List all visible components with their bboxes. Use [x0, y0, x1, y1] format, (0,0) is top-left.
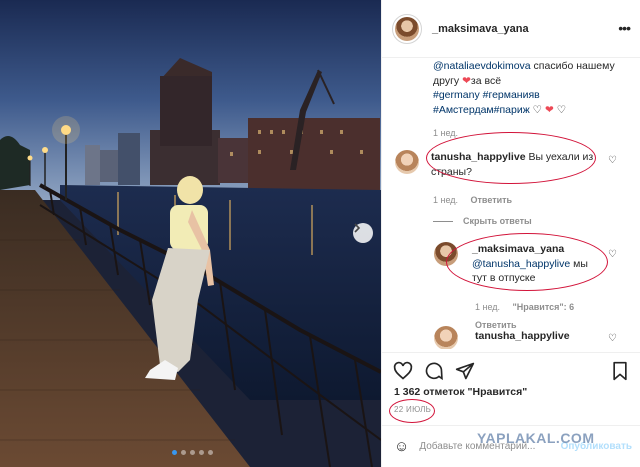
hide-replies-label: Скрыть ответы — [463, 216, 532, 226]
carousel-next-button[interactable] — [353, 223, 373, 243]
hashtag-link[interactable]: #германия — [483, 89, 535, 101]
reply-body: _maksimava_yana @tanusha_happylive мы ту… — [472, 242, 602, 286]
author-username[interactable]: _maksimava_yana — [432, 23, 529, 35]
red-heart-emoji-icon: ❤ — [462, 74, 471, 87]
comment-input[interactable] — [419, 441, 570, 452]
white-heart-emoji-icon: ♡ — [532, 103, 543, 116]
hashtag-link[interactable]: #Амстердам — [433, 104, 494, 116]
likes-count[interactable]: 1 362 отметок "Нравится" — [394, 386, 527, 398]
reply-button[interactable]: Ответить — [471, 195, 513, 205]
bookmark-icon[interactable] — [610, 361, 630, 381]
comment-like-heart-icon[interactable]: ♡ — [608, 333, 617, 344]
comment-like-heart-icon[interactable]: ♡ — [608, 155, 617, 166]
carousel-dot[interactable] — [199, 450, 204, 455]
share-paper-plane-icon[interactable] — [455, 361, 475, 381]
add-comment-bar: ☺ Опубликовать — [382, 425, 640, 467]
emoji-smiley-icon[interactable]: ☺ — [394, 438, 409, 455]
red-heart-emoji-icon: ❤ — [545, 103, 554, 116]
publish-button[interactable]: Опубликовать — [561, 441, 632, 452]
white-heart-emoji-icon: ♡ — [556, 103, 567, 116]
reply-avatar[interactable] — [434, 242, 458, 266]
comment-body: tanusha_happylive Вы уехали из страны? — [431, 150, 601, 179]
like-heart-icon[interactable] — [393, 361, 413, 381]
carousel-dot[interactable] — [190, 450, 195, 455]
comment-body: tanusha_happylive — [475, 329, 570, 344]
ellipsis-icon[interactable]: ••• — [618, 20, 631, 36]
comments-list: @nataliaevdokimova спасибо нашему другу … — [382, 59, 640, 349]
post-header: _maksimava_yana ••• — [382, 0, 640, 58]
hide-replies-button[interactable]: Скрыть ответы — [433, 216, 532, 226]
post-sidebar: _maksimava_yana ••• @nataliaevdokimova с… — [381, 0, 640, 467]
comment-meta: 1 нед. Ответить — [433, 190, 512, 208]
comment-username[interactable]: tanusha_happylive — [475, 330, 570, 342]
hashtag-tail: в — [534, 89, 540, 101]
action-bar — [382, 352, 640, 386]
caption-text-2: за всё — [470, 74, 502, 87]
comment-bubble-icon[interactable] — [424, 361, 444, 381]
reply-likes-count[interactable]: "Нравится": 6 — [513, 302, 575, 312]
carousel-dot[interactable] — [208, 450, 213, 455]
divider — [433, 220, 453, 222]
commenter-avatar[interactable] — [434, 326, 458, 349]
avatar — [395, 16, 419, 41]
reply-mention[interactable]: @tanusha_happylive — [472, 258, 570, 270]
night-canal-scene — [0, 0, 381, 467]
reply-meta: 1 нед. "Нравится": 6 Ответить — [475, 297, 625, 333]
carousel-dot[interactable] — [172, 450, 177, 455]
post-caption: @nataliaevdokimova спасибо нашему другу … — [433, 59, 623, 141]
caption-time: 1 нед. — [433, 128, 459, 138]
post-date[interactable]: 22 ИЮЛЬ — [394, 405, 431, 414]
carousel-dot[interactable] — [181, 450, 186, 455]
caption-mention[interactable]: @nataliaevdokimova — [433, 60, 531, 72]
commenter-avatar[interactable] — [395, 150, 419, 174]
carousel-dots — [172, 450, 213, 455]
author-avatar[interactable] — [392, 13, 422, 44]
comment-username[interactable]: tanusha_happylive — [431, 151, 526, 163]
reply-time: 1 нед. — [475, 302, 501, 312]
reply-username[interactable]: _maksimava_yana — [472, 243, 564, 255]
reply-like-heart-icon[interactable]: ♡ — [608, 249, 617, 260]
hashtag-link[interactable]: #germany — [433, 89, 480, 101]
post-photo — [0, 0, 381, 467]
comment-time: 1 нед. — [433, 195, 459, 205]
chevron-right-icon — [354, 223, 361, 233]
hashtag-link[interactable]: #париж — [494, 104, 530, 116]
